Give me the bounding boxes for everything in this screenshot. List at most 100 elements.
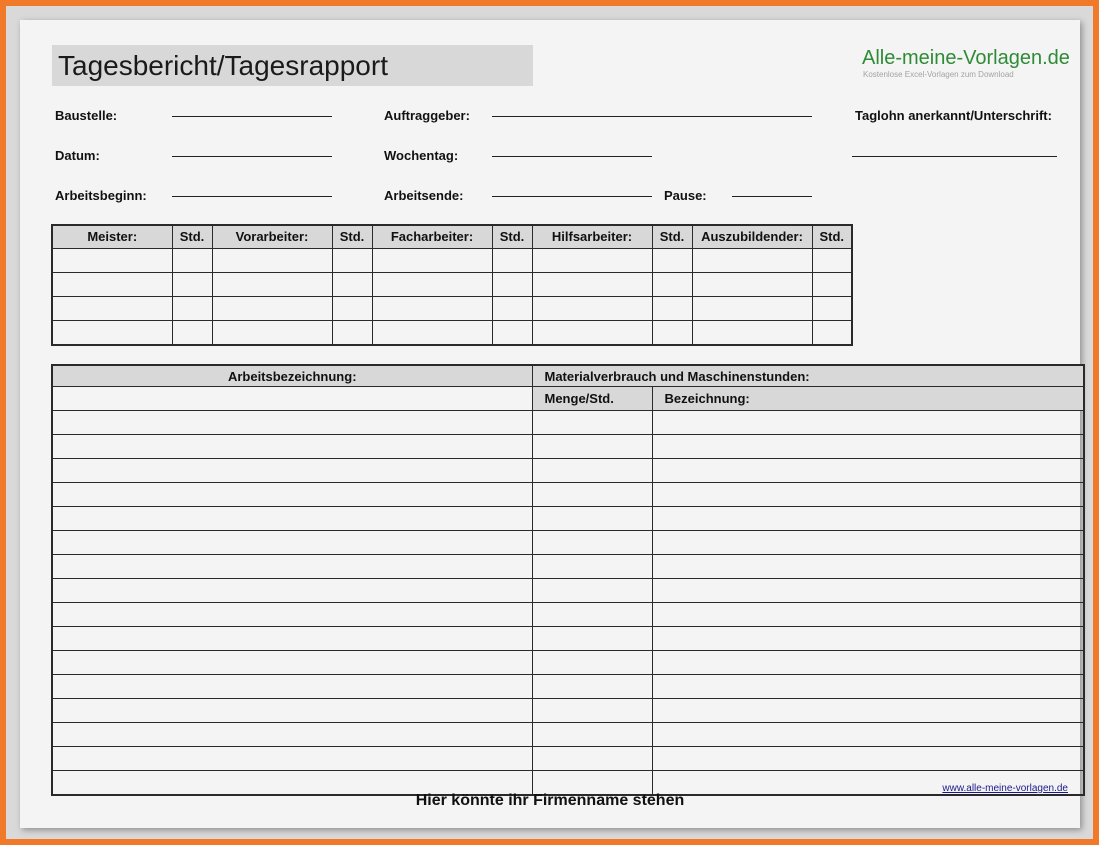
table-cell[interactable] [51, 386, 533, 411]
table-cell[interactable] [531, 410, 653, 435]
table-cell[interactable] [211, 271, 333, 297]
table-cell[interactable] [691, 271, 813, 297]
table-cell[interactable] [691, 319, 813, 345]
table-cell[interactable] [531, 698, 653, 723]
field-arbeitsbeginn[interactable] [172, 196, 332, 197]
table-cell[interactable] [51, 434, 533, 459]
field-pause[interactable] [732, 196, 812, 197]
table-cell[interactable] [51, 247, 173, 273]
table-cell[interactable] [171, 271, 213, 297]
table-cell[interactable] [651, 482, 1085, 507]
table-cell[interactable] [51, 530, 533, 555]
table-cell[interactable] [651, 271, 693, 297]
table-cell[interactable] [491, 295, 533, 321]
table-cell[interactable] [811, 247, 853, 273]
table-cell[interactable] [371, 247, 493, 273]
table-cell[interactable] [491, 271, 533, 297]
table-cell[interactable] [691, 247, 813, 273]
table-cell[interactable] [531, 247, 653, 273]
table-cell[interactable] [211, 319, 333, 345]
table-cell[interactable] [531, 458, 653, 483]
table-cell[interactable] [651, 650, 1085, 675]
field-datum[interactable] [172, 156, 332, 157]
table-cell[interactable] [651, 410, 1085, 435]
table-cell[interactable] [331, 271, 373, 297]
table-cell[interactable] [531, 650, 653, 675]
table-cell[interactable] [491, 319, 533, 345]
label-taglohn: Taglohn anerkannt/Unterschrift: [855, 108, 1052, 123]
table-cell[interactable] [51, 698, 533, 723]
field-arbeitsende[interactable] [492, 196, 652, 197]
table-cell[interactable] [51, 295, 173, 321]
field-unterschrift[interactable] [852, 156, 1057, 157]
table-cell[interactable] [531, 626, 653, 651]
table-cell[interactable] [371, 295, 493, 321]
table-cell[interactable] [51, 410, 533, 435]
table-cell[interactable] [531, 602, 653, 627]
table-cell[interactable] [651, 554, 1085, 579]
table-cell[interactable] [691, 295, 813, 321]
table-cell[interactable] [331, 247, 373, 273]
table-cell[interactable] [651, 434, 1085, 459]
table-cell[interactable] [51, 271, 173, 297]
table-row [51, 271, 853, 297]
table-cell[interactable] [531, 674, 653, 699]
table-cell[interactable] [51, 650, 533, 675]
table-cell[interactable] [51, 506, 533, 531]
header-std: Std. [171, 224, 213, 249]
table-cell[interactable] [811, 295, 853, 321]
footer-url-link[interactable]: www.alle-meine-vorlagen.de [942, 783, 1068, 794]
table-cell[interactable] [51, 554, 533, 579]
table-cell[interactable] [371, 271, 493, 297]
table-cell[interactable] [531, 271, 653, 297]
table-cell[interactable] [531, 506, 653, 531]
table-cell[interactable] [51, 722, 533, 747]
table-cell[interactable] [531, 319, 653, 345]
table-cell[interactable] [651, 506, 1085, 531]
table-cell[interactable] [531, 295, 653, 321]
table-cell[interactable] [51, 626, 533, 651]
table-cell[interactable] [651, 458, 1085, 483]
table-cell[interactable] [491, 247, 533, 273]
table-cell[interactable] [51, 578, 533, 603]
table-cell[interactable] [531, 578, 653, 603]
table-row [51, 319, 853, 345]
table-cell[interactable] [531, 482, 653, 507]
table-cell[interactable] [171, 319, 213, 345]
table-cell[interactable] [211, 295, 333, 321]
table-cell[interactable] [651, 578, 1085, 603]
table-cell[interactable] [531, 554, 653, 579]
table-cell[interactable] [51, 458, 533, 483]
table-cell[interactable] [651, 746, 1085, 771]
table-cell[interactable] [331, 319, 373, 345]
table-cell[interactable] [51, 319, 173, 345]
table-cell[interactable] [171, 247, 213, 273]
table-cell[interactable] [651, 698, 1085, 723]
table-cell[interactable] [51, 602, 533, 627]
table-cell[interactable] [651, 530, 1085, 555]
table-cell[interactable] [651, 674, 1085, 699]
table-cell[interactable] [171, 295, 213, 321]
table-cell[interactable] [531, 746, 653, 771]
table-cell[interactable] [531, 530, 653, 555]
field-auftraggeber[interactable] [492, 116, 812, 117]
table-cell[interactable] [811, 271, 853, 297]
table-cell[interactable] [51, 482, 533, 507]
table-cell[interactable] [651, 626, 1085, 651]
field-wochentag[interactable] [492, 156, 652, 157]
table-cell[interactable] [651, 295, 693, 321]
table-cell[interactable] [531, 434, 653, 459]
table-cell[interactable] [211, 247, 333, 273]
table-cell[interactable] [51, 674, 533, 699]
table-cell[interactable] [651, 722, 1085, 747]
table-cell[interactable] [651, 247, 693, 273]
table-cell[interactable] [651, 602, 1085, 627]
table-cell[interactable] [51, 746, 533, 771]
table-cell[interactable] [531, 722, 653, 747]
table-cell[interactable] [811, 319, 853, 345]
table-cell[interactable] [371, 319, 493, 345]
field-baustelle[interactable] [172, 116, 332, 117]
site-logo[interactable]: Alle-meine-Vorlagen.de Kostenlose Excel-… [862, 46, 1070, 80]
table-cell[interactable] [651, 319, 693, 345]
table-cell[interactable] [331, 295, 373, 321]
